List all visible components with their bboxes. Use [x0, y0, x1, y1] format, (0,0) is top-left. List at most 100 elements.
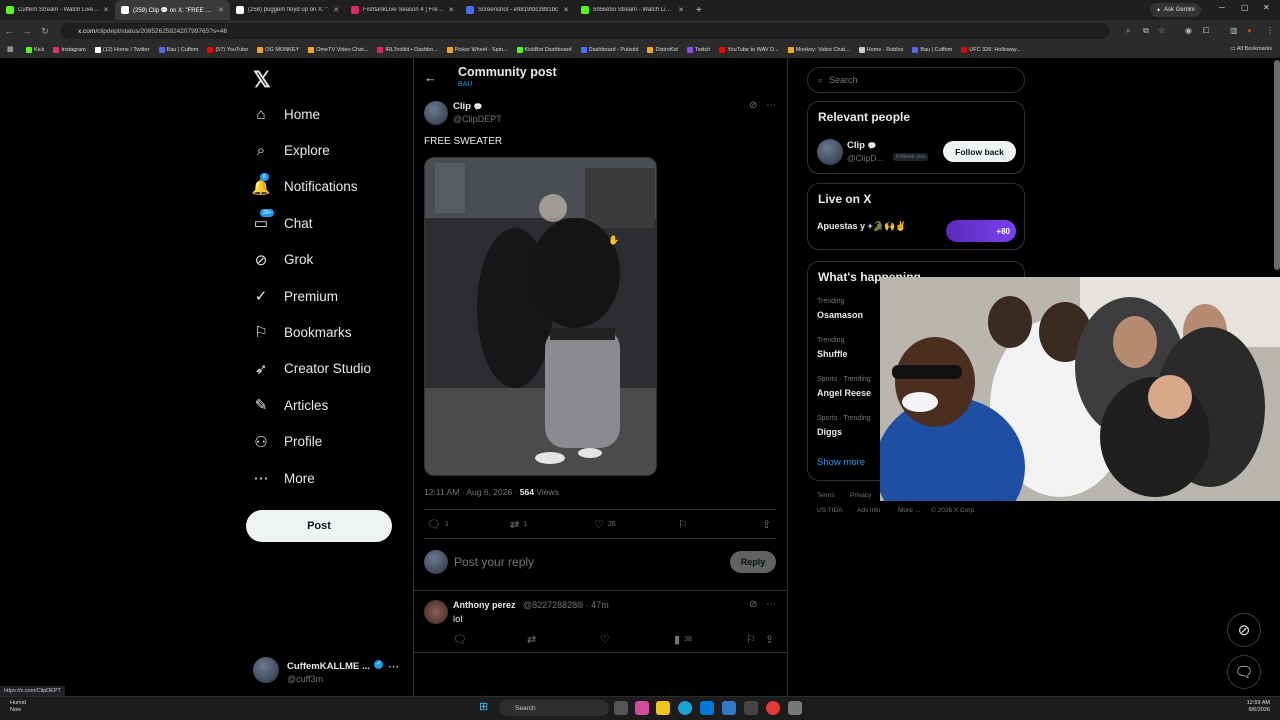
- show-more-link[interactable]: Show more: [817, 457, 865, 468]
- settings-icon[interactable]: [788, 701, 802, 715]
- forward-nav-icon[interactable]: →: [18, 26, 36, 36]
- tab-close-icon[interactable]: ✕: [218, 6, 224, 14]
- all-bookmarks[interactable]: ▭ All Bookmarks: [1230, 46, 1272, 52]
- bookmark-item[interactable]: DistroKid: [647, 47, 678, 53]
- bookmark-item[interactable]: Dashboard - Pulsoid: [580, 47, 638, 53]
- footer-link[interactable]: More ...: [898, 507, 920, 514]
- commenter-name[interactable]: Anthony perez: [453, 600, 516, 610]
- comment-reply-action[interactable]: 🗨: [453, 633, 467, 646]
- commenter-avatar[interactable]: [424, 600, 448, 624]
- tab-1[interactable]: (259) Clip 💬 on X: "FREE SWEA ✕: [115, 0, 230, 20]
- footer-link[interactable]: © 2026 X Corp.: [931, 507, 976, 514]
- comment-more-icon[interactable]: ⋯: [766, 599, 776, 610]
- author-handle[interactable]: @ClipDEPT: [453, 114, 502, 124]
- avatar[interactable]: [817, 139, 843, 165]
- nav-item-premium[interactable]: ✓ Premium: [252, 287, 338, 305]
- tab-2[interactable]: (258) puggem floyd up on X: " ✕: [230, 0, 345, 20]
- new-tab-button[interactable]: +: [690, 5, 708, 16]
- live-item[interactable]: Apuestas y +🐊🙌✌: [817, 221, 906, 232]
- taskview-icon[interactable]: [614, 701, 628, 715]
- trend-item[interactable]: Osamason: [817, 310, 863, 320]
- author-name[interactable]: Clip 💬: [453, 101, 482, 112]
- bookmark-item[interactable]: KickBot Dashboard: [516, 47, 572, 53]
- post-video[interactable]: [424, 157, 657, 476]
- tab-0[interactable]: Cuffem Stream - Watch Live on ✕: [0, 0, 115, 20]
- account-more-icon[interactable]: ⋯: [388, 660, 399, 673]
- tab-close-icon[interactable]: ✕: [563, 6, 569, 14]
- obs-icon[interactable]: [744, 701, 758, 715]
- post-button[interactable]: Post: [246, 510, 392, 542]
- grok-comment-icon[interactable]: ⊘: [749, 599, 757, 610]
- grok-post-icon[interactable]: ⊘: [749, 100, 757, 111]
- trend-item[interactable]: Diggs: [817, 427, 842, 437]
- bookmark-item[interactable]: Bau | Cuffem: [158, 47, 198, 53]
- bookmark-item[interactable]: Picker Wheel - Spin...: [446, 47, 508, 53]
- edge-icon[interactable]: [678, 701, 692, 715]
- live-viewers-pill[interactable]: +80: [946, 220, 1016, 242]
- nav-item-creator-studio[interactable]: ➶ Creator Studio: [252, 360, 371, 378]
- messages-fab[interactable]: 🗨: [1227, 655, 1261, 689]
- bookmark-item[interactable]: (12) Home / Twitter: [94, 47, 150, 53]
- cast-icon[interactable]: ⧉: [1143, 26, 1149, 36]
- footer-link[interactable]: US TIDA: [817, 507, 843, 514]
- tab-close-icon[interactable]: ✕: [448, 6, 454, 14]
- x-logo[interactable]: 𝕏: [253, 67, 271, 93]
- ask-gemini-button[interactable]: ✦ Ask Gemini: [1150, 3, 1201, 17]
- back-nav-icon[interactable]: ←: [0, 26, 18, 36]
- author-avatar[interactable]: [424, 101, 448, 125]
- footer-link[interactable]: Ads info: [857, 507, 881, 514]
- bookmark-action[interactable]: ⚐: [678, 518, 688, 531]
- bookmark-item[interactable]: OG MONKEY: [257, 47, 299, 53]
- clock[interactable]: 12:59 AM 8/6/2026: [1247, 700, 1270, 714]
- bookmark-item[interactable]: Instagram: [53, 47, 86, 53]
- nav-item-home[interactable]: ⌂ Home: [252, 105, 320, 123]
- footer-link[interactable]: Privacy: [850, 492, 871, 499]
- tab-4[interactable]: Screenshot - e9819fdc3891bc ✕: [460, 0, 575, 20]
- bookmark-item[interactable]: Twitch: [686, 47, 710, 53]
- apps-icon[interactable]: ▦: [7, 45, 14, 53]
- search-input[interactable]: ⌕ Search: [807, 67, 1025, 93]
- back-arrow-icon[interactable]: ←: [424, 70, 437, 85]
- follow-back-button[interactable]: Follow back: [943, 141, 1016, 162]
- weather-widget[interactable]: Humid Now: [10, 700, 26, 714]
- bookmark-item[interactable]: Monkey: Video Chat...: [787, 47, 850, 53]
- nav-item-bookmarks[interactable]: ⚐ Bookmarks: [252, 323, 351, 341]
- tab-close-icon[interactable]: ✕: [333, 6, 339, 14]
- chrome-icon[interactable]: [766, 701, 780, 715]
- comment-like-action[interactable]: ♡: [600, 633, 610, 646]
- bookmark-item[interactable]: Home - Roblox: [858, 47, 903, 53]
- outlook-icon[interactable]: [700, 701, 714, 715]
- trend-item[interactable]: Shuffle: [817, 349, 848, 359]
- community-name[interactable]: BAU: [458, 81, 472, 88]
- reply-button[interactable]: Reply: [730, 551, 776, 573]
- nav-item-explore[interactable]: ⌕ Explore: [252, 141, 330, 159]
- app-icon[interactable]: [722, 701, 736, 715]
- post-more-icon[interactable]: ⋯: [766, 100, 776, 111]
- taskbar-search[interactable]: Search: [499, 700, 609, 716]
- star-icon[interactable]: ☆: [1158, 26, 1165, 35]
- grok-fab[interactable]: ⊘: [1227, 613, 1261, 647]
- nav-item-grok[interactable]: ⊘ Grok: [252, 251, 314, 269]
- scrollbar[interactable]: [1274, 60, 1280, 270]
- profile-avatar-icon[interactable]: ●: [1247, 26, 1252, 35]
- bookmark-item[interactable]: Kick: [26, 47, 44, 53]
- nav-item-chat[interactable]: ▭ 20+ Chat: [252, 209, 313, 232]
- start-icon[interactable]: ⊞: [479, 700, 488, 713]
- bookmark-item[interactable]: (57) YouTube: [207, 47, 248, 53]
- comment-repost-action[interactable]: ⇄: [527, 633, 536, 646]
- like-action[interactable]: ♡ 26: [594, 518, 616, 531]
- repost-action[interactable]: ⇄ 1: [510, 518, 527, 531]
- copilot-icon[interactable]: [635, 701, 649, 715]
- account-switcher[interactable]: CuffemKALLME ... ✓ @cuff3m: [253, 655, 403, 685]
- person-name[interactable]: Clip 💬: [847, 140, 876, 151]
- bookmark-item[interactable]: Bau | Cuffem: [912, 47, 952, 53]
- bookmark-item[interactable]: UFC 326: Holloway...: [961, 47, 1021, 53]
- nav-item-profile[interactable]: ⚇ Profile: [252, 433, 322, 451]
- nav-item-more[interactable]: ⋯ More: [252, 469, 315, 487]
- zoom-icon[interactable]: ⌕: [1126, 26, 1130, 36]
- minimize-icon[interactable]: ─: [1219, 3, 1225, 12]
- comment-share-action[interactable]: ⇪: [765, 633, 774, 646]
- reload-icon[interactable]: ↻: [36, 26, 54, 37]
- explorer-icon[interactable]: [656, 701, 670, 715]
- nav-item-notifications[interactable]: 🔔 6 Notifications: [252, 172, 358, 196]
